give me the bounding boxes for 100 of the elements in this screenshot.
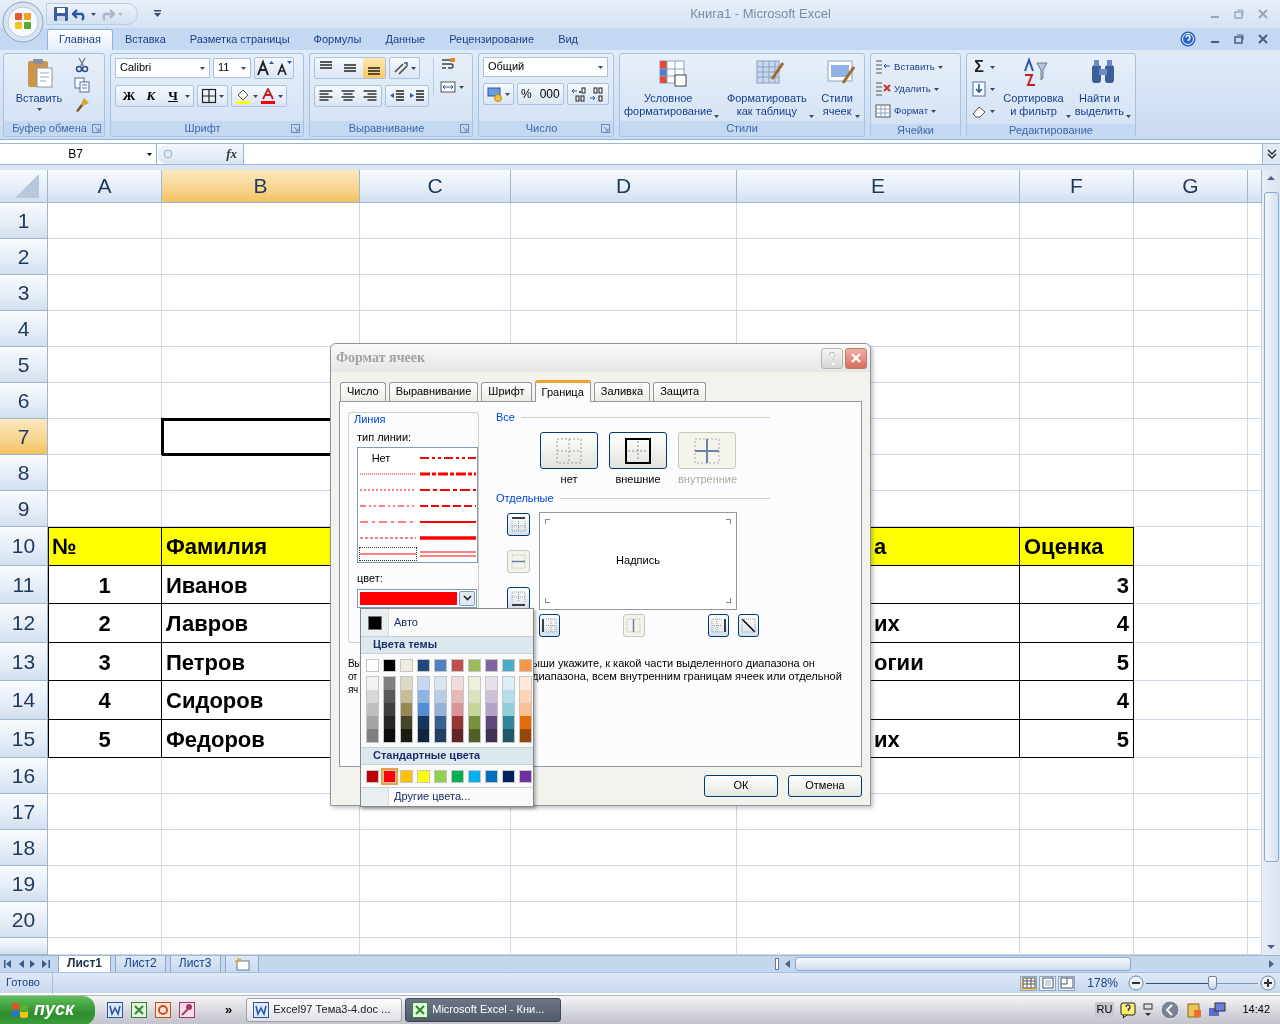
- row-header[interactable]: 8: [0, 455, 48, 491]
- row-header[interactable]: 12: [0, 604, 48, 643]
- cell-styles-button[interactable]: Стили ячеек: [821, 57, 860, 119]
- italic-button[interactable]: К: [141, 88, 161, 104]
- ribbon-tab[interactable]: Вставка: [112, 28, 178, 50]
- font-name-field[interactable]: Calibri: [115, 58, 210, 78]
- table-cell: 2: [48, 604, 162, 643]
- line-style-option[interactable]: Нет: [371, 451, 391, 465]
- dialog-tab[interactable]: Шрифт: [481, 382, 532, 401]
- dialog-tab[interactable]: Выравнивание: [388, 382, 479, 401]
- row-header[interactable]: 13: [0, 642, 48, 681]
- row-header[interactable]: 11: [0, 565, 48, 604]
- line-style-list[interactable]: Нет: [357, 447, 478, 564]
- dialog-title: Формат ячеек: [336, 349, 427, 367]
- group-label: Редактирование: [1008, 124, 1094, 138]
- zoom-level: 178%: [1087, 975, 1118, 991]
- overflow-button[interactable]: »: [225, 1002, 233, 1018]
- sort-filter-button[interactable]: Сортировка и фильтр: [1003, 57, 1071, 119]
- row-header[interactable]: 10: [0, 527, 48, 566]
- dialog-tab[interactable]: Граница: [534, 380, 591, 402]
- taskbar-button[interactable]: Excel97 Тема3-4.doc ...: [246, 998, 403, 1022]
- row-header[interactable]: 3: [0, 275, 48, 311]
- row-header[interactable]: 19: [0, 866, 48, 902]
- dialog-tab[interactable]: Защита: [653, 382, 707, 401]
- sheet-tab[interactable]: Лист3: [169, 955, 221, 973]
- ribbon-tab[interactable]: Данные: [373, 28, 438, 50]
- row-header[interactable]: 2: [0, 239, 48, 275]
- preset-label: внешние: [614, 473, 662, 487]
- ribbon-tab[interactable]: Рецензирование: [437, 28, 547, 50]
- language-indicator[interactable]: RU: [1094, 1002, 1115, 1018]
- sheet-tab[interactable]: Лист1: [58, 955, 112, 973]
- column-header[interactable]: F: [1020, 170, 1134, 203]
- ribbon-tab[interactable]: Главная: [47, 28, 113, 50]
- bold-button[interactable]: Ж: [119, 88, 139, 104]
- column-header[interactable]: E: [737, 170, 1020, 203]
- underline-button[interactable]: Ч: [163, 88, 183, 104]
- row-header[interactable]: 17: [0, 794, 48, 830]
- group-label: Число: [524, 121, 559, 136]
- cancel-button[interactable]: Отмена: [788, 775, 862, 797]
- delete-cells-button[interactable]: Удалить: [875, 79, 956, 99]
- row-header[interactable]: 7: [0, 419, 48, 455]
- clock: 14:42: [1242, 1003, 1270, 1017]
- conditional-formatting-button[interactable]: Условное форматирование: [624, 57, 720, 119]
- dialog-tab[interactable]: Число: [340, 382, 386, 401]
- autosum-button[interactable]: Σ: [971, 57, 1000, 77]
- row-header[interactable]: 5: [0, 347, 48, 383]
- menu-heading: Цвета темы: [361, 636, 533, 654]
- name-box[interactable]: B7: [0, 144, 157, 164]
- ribbon-tab[interactable]: Разметка страницы: [177, 28, 302, 50]
- table-cell: 3: [1020, 565, 1134, 604]
- description-text: от: [348, 670, 357, 683]
- table-brush-button[interactable]: Форматировать как таблицу: [726, 57, 814, 119]
- table-cell: №: [48, 527, 162, 566]
- table-cell: 4: [48, 681, 162, 720]
- row-header[interactable]: 16: [0, 758, 48, 794]
- section-label: Все: [496, 411, 515, 425]
- status-text: Готово: [0, 972, 53, 994]
- menu-heading: Стандартные цвета: [361, 747, 533, 765]
- row-header[interactable]: 15: [0, 719, 48, 758]
- column-header[interactable]: C: [360, 170, 511, 203]
- sheet-tab[interactable]: Лист2: [115, 955, 166, 973]
- column-header[interactable]: A: [48, 170, 162, 203]
- taskbar-button[interactable]: Microsoft Excel - Кни...: [405, 998, 562, 1022]
- row-header[interactable]: 18: [0, 830, 48, 866]
- section-label: Отдельные: [496, 492, 554, 506]
- number-format-field[interactable]: Общий: [483, 57, 608, 77]
- binoculars-button[interactable]: Найти и выделить: [1074, 57, 1131, 119]
- row-header[interactable]: 14: [0, 681, 48, 720]
- percent-button[interactable]: %: [521, 86, 532, 102]
- dialog-tab[interactable]: Заливка: [593, 382, 651, 401]
- preview-text: Надпись: [616, 553, 660, 568]
- ribbon-tab[interactable]: Формулы: [301, 28, 374, 50]
- more-colors-option[interactable]: Другие цвета...: [394, 790, 471, 804]
- row-header[interactable]: 20: [0, 902, 48, 938]
- thousands-button[interactable]: 000: [539, 86, 560, 102]
- field-label: тип линии:: [357, 431, 413, 445]
- window-title: Книга1 - Microsoft Excel: [689, 6, 832, 22]
- column-header[interactable]: G: [1134, 170, 1248, 203]
- table-cell: 3: [48, 642, 162, 681]
- column-header[interactable]: D: [511, 170, 737, 203]
- row-header[interactable]: 9: [0, 491, 48, 527]
- column-header[interactable]: B: [162, 170, 360, 203]
- row-header[interactable]: 1: [0, 203, 48, 239]
- row-header[interactable]: 4: [0, 311, 48, 347]
- group-label: Стили: [725, 122, 759, 136]
- paste-button[interactable]: Вставить: [8, 57, 70, 112]
- insert-cells-button[interactable]: Вставить: [875, 57, 956, 77]
- group-label: Выравнивание: [347, 121, 426, 136]
- start-button[interactable]: пуск: [0, 995, 95, 1024]
- format-cells-button[interactable]: Формат: [875, 101, 956, 121]
- automatic-color-option[interactable]: Авто: [361, 609, 533, 636]
- insert-function-button[interactable]: fx: [226, 146, 237, 162]
- ribbon-tab[interactable]: Вид: [546, 28, 591, 50]
- group-label: Шрифт: [183, 121, 222, 136]
- table-cell: 5: [1020, 642, 1134, 681]
- table-cell: 1: [48, 565, 162, 604]
- table-cell: 4: [1020, 681, 1134, 720]
- row-header[interactable]: 6: [0, 383, 48, 419]
- font-size-field[interactable]: 11: [213, 58, 251, 78]
- ok-button[interactable]: ОК: [704, 775, 778, 797]
